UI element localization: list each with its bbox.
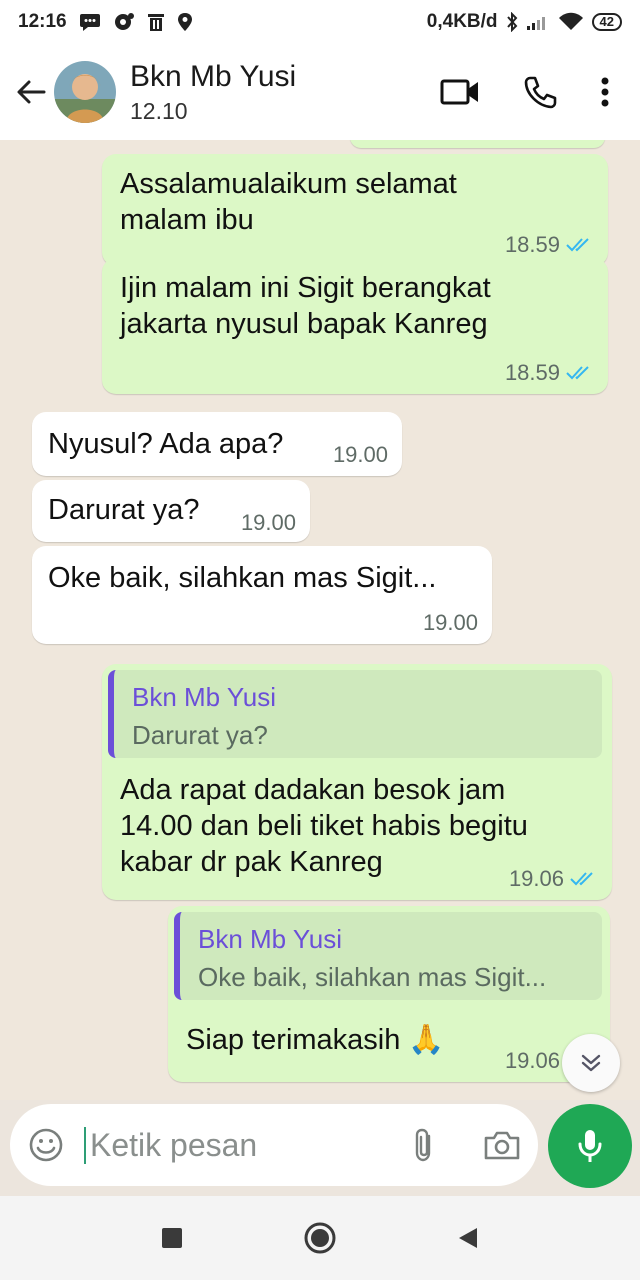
- wifi-icon: [558, 12, 584, 32]
- video-call-icon: [440, 79, 478, 105]
- double-check-icon: [566, 238, 589, 252]
- message-incoming[interactable]: Oke baik, silahkan mas Sigit... 19.00: [32, 546, 492, 644]
- emoji-button[interactable]: [26, 1125, 66, 1165]
- message-text: Ijin malam ini Sigit berangkat jakarta n…: [120, 272, 491, 340]
- battery-icon: 42: [591, 13, 622, 31]
- back-nav-button[interactable]: [448, 1218, 488, 1258]
- last-seen: 12.10: [130, 97, 188, 124]
- attach-button[interactable]: [404, 1125, 444, 1165]
- quoted-text: Darurat ya?: [132, 720, 268, 750]
- voice-record-button[interactable]: [548, 1104, 632, 1188]
- microphone-icon: [578, 1130, 602, 1162]
- message-text: Darurat ya?: [48, 494, 200, 526]
- emoji-icon: [29, 1128, 63, 1162]
- scroll-to-bottom-button[interactable]: [562, 1034, 620, 1092]
- message-outgoing-reply[interactable]: Bkn Mb Yusi Oke baik, silahkan mas Sigit…: [168, 906, 610, 1082]
- network-speed: 0,4KB/d: [426, 11, 498, 32]
- message-time: 19.00: [422, 610, 478, 635]
- contact-name: Bkn Mb Yusi: [130, 59, 297, 93]
- message-time: 19.00: [240, 510, 296, 535]
- message-meta: 19.06: [509, 866, 598, 892]
- message-meta: 19.00: [423, 610, 478, 636]
- double-chevron-down-icon: [581, 1054, 601, 1072]
- location-icon: [177, 12, 193, 32]
- message-meta: 19.00: [333, 442, 388, 468]
- notification-icon: [113, 12, 135, 32]
- circle-icon: [304, 1222, 336, 1254]
- message-incoming[interactable]: Darurat ya? 19.00: [32, 480, 310, 542]
- avatar[interactable]: [54, 61, 116, 123]
- message-incoming[interactable]: Nyusul? Ada apa? 19.00: [32, 412, 402, 476]
- chat-header: Bkn Mb Yusi 12.10: [0, 44, 640, 140]
- quoted-message[interactable]: Bkn Mb Yusi Darurat ya?: [108, 670, 602, 758]
- back-button[interactable]: [10, 64, 52, 120]
- video-call-button[interactable]: [420, 62, 500, 122]
- system-nav-bar: [0, 1196, 640, 1280]
- camera-button[interactable]: [482, 1125, 522, 1165]
- trash-icon: [147, 12, 165, 32]
- square-icon: [162, 1228, 182, 1248]
- message-meta: 19.00: [241, 510, 296, 536]
- message-outgoing[interactable]: Ijin malam ini Sigit berangkat jakarta n…: [102, 258, 608, 394]
- triangle-back-icon: [459, 1228, 477, 1248]
- message-outgoing[interactable]: Assalamualaikum selamat malam ibu 18.59: [102, 154, 608, 266]
- paperclip-icon: [415, 1128, 431, 1162]
- message-text: Oke baik, silahkan mas Sigit...: [48, 562, 437, 594]
- message-time: 19.06: [508, 866, 564, 891]
- message-meta: 18.59: [505, 232, 594, 258]
- message-composer: [10, 1104, 538, 1186]
- message-text: Ada rapat dadakan besok jam 14.00 dan be…: [120, 774, 528, 878]
- status-time: 12:16: [18, 11, 67, 32]
- more-options-button[interactable]: [580, 62, 630, 122]
- message-time: 19.06: [504, 1048, 560, 1073]
- double-check-icon: [570, 872, 593, 886]
- signal-icon: [526, 13, 550, 31]
- voice-call-button[interactable]: [500, 62, 580, 122]
- double-check-icon: [566, 366, 589, 380]
- message-text: Siap terimakasih 🙏: [186, 1024, 445, 1056]
- camera-icon: [484, 1131, 520, 1160]
- quoted-text: Oke baik, silahkan mas Sigit...: [198, 962, 547, 992]
- message-meta: 18.59: [505, 360, 594, 386]
- chat-area[interactable]: Assalamualaikum selamat malam ibu 18.59 …: [0, 140, 640, 1100]
- message-time: 18.59: [504, 232, 560, 257]
- message-time: 18.59: [504, 360, 560, 385]
- home-button[interactable]: [300, 1218, 340, 1258]
- quoted-sender: Bkn Mb Yusi: [198, 924, 343, 954]
- message-outgoing-reply[interactable]: Bkn Mb Yusi Darurat ya? Ada rapat dadaka…: [102, 664, 612, 900]
- message-input[interactable]: [84, 1126, 384, 1164]
- status-bar: 12:16 0,4KB/d 42: [0, 0, 640, 44]
- quoted-sender: Bkn Mb Yusi: [132, 682, 277, 712]
- message-text: Assalamualaikum selamat malam ibu: [120, 168, 457, 236]
- contact-info[interactable]: Bkn Mb Yusi 12.10: [130, 60, 296, 125]
- chat-icon: [79, 13, 101, 31]
- message-text: Nyusul? Ada apa?: [48, 428, 284, 460]
- back-arrow-icon: [17, 80, 46, 104]
- message-time: 19.00: [332, 442, 388, 467]
- phone-icon: [524, 76, 557, 109]
- message-meta: 19.06: [505, 1048, 560, 1074]
- recents-button[interactable]: [152, 1218, 192, 1258]
- quoted-message[interactable]: Bkn Mb Yusi Oke baik, silahkan mas Sigit…: [174, 912, 602, 1000]
- bluetooth-icon: [506, 12, 518, 32]
- previous-message-fragment: [350, 140, 605, 148]
- more-icon: [601, 77, 609, 107]
